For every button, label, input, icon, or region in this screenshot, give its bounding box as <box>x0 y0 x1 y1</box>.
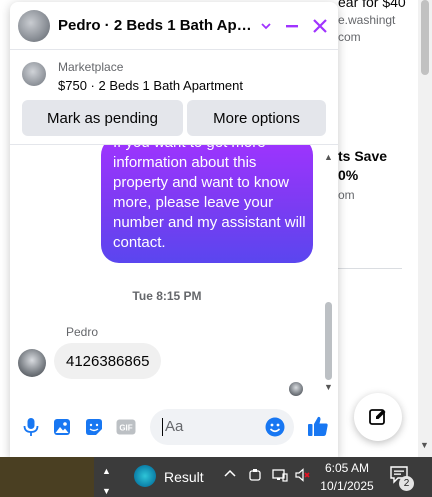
sender-name: Pedro <box>66 325 99 339</box>
bg-headline-1[interactable]: ear for $40 <box>338 0 406 10</box>
compose-icon <box>369 409 386 425</box>
avatar[interactable] <box>18 10 50 42</box>
taskbar-pinned-area[interactable] <box>0 457 94 497</box>
listing-thumbnail[interactable] <box>22 62 46 86</box>
tray-chevron-up-icon[interactable] <box>224 468 236 483</box>
volume-muted-icon[interactable] <box>295 468 311 485</box>
incoming-message[interactable]: 4126386865 <box>54 343 162 379</box>
message-scroll-down-arrow[interactable]: ▼ <box>324 382 333 392</box>
message-scroll-up-arrow[interactable]: ▲ <box>324 152 333 162</box>
tray-app-icon[interactable] <box>248 468 262 485</box>
outgoing-message[interactable]: If you want to get more information abou… <box>101 145 313 263</box>
listing-title: $750 · 2 Beds 1 Bath Apartment <box>58 78 244 93</box>
bg-headline-2b[interactable]: 0% <box>338 167 358 183</box>
emoji-icon[interactable] <box>264 416 286 438</box>
microphone-icon[interactable] <box>20 416 42 438</box>
message-timestamp: Tue 8:15 PM <box>132 289 202 303</box>
result-app-label[interactable]: Result <box>164 469 204 485</box>
sender-avatar[interactable] <box>18 349 46 377</box>
more-options-button[interactable]: More options <box>187 100 326 136</box>
bg-divider <box>338 268 402 269</box>
photo-icon[interactable] <box>51 416 73 438</box>
listing-source: Marketplace <box>58 60 124 74</box>
bg-source-1b: com <box>338 30 361 44</box>
page-scrollbar-thumb[interactable] <box>421 0 429 75</box>
bg-source-1: e.washingt <box>338 13 396 27</box>
close-icon[interactable] <box>308 14 332 38</box>
sticker-icon[interactable] <box>83 416 105 438</box>
page-scroll-down-arrow[interactable]: ▼ <box>420 440 429 450</box>
outgoing-message-text: If you want to get more information abou… <box>113 145 306 251</box>
text-caret <box>162 418 163 436</box>
bg-headline-2[interactable]: ts Save <box>338 148 387 164</box>
chevron-down-icon[interactable] <box>254 14 278 38</box>
clock-time[interactable]: 6:05 AM <box>324 461 370 475</box>
seen-indicator-avatar <box>289 382 303 396</box>
minimize-icon[interactable] <box>280 14 304 38</box>
new-message-button[interactable] <box>354 393 402 441</box>
chat-window: Pedro · 2 Beds 1 Bath Apar... Marketplac… <box>10 2 338 457</box>
message-input-placeholder: Aa <box>165 418 184 435</box>
taskbar-scroll-arrows[interactable]: ▲ ▼ <box>102 461 111 497</box>
clock-date[interactable]: 10/1/2025 <box>318 479 376 493</box>
mark-as-pending-button[interactable]: Mark as pending <box>22 100 183 136</box>
network-icon[interactable] <box>272 468 288 485</box>
gif-icon[interactable]: GIF <box>115 416 137 438</box>
message-scrollbar-thumb[interactable] <box>325 302 332 380</box>
chat-title[interactable]: Pedro · 2 Beds 1 Bath Apar... <box>58 17 254 34</box>
chat-header[interactable]: Pedro · 2 Beds 1 Bath Apar... <box>10 2 338 50</box>
thumbs-up-icon[interactable] <box>305 414 331 438</box>
gif-label: GIF <box>119 424 132 433</box>
bg-source-2: om <box>338 188 355 202</box>
message-list[interactable]: If you want to get more information abou… <box>10 144 338 396</box>
result-app-icon[interactable] <box>134 465 156 487</box>
notification-count-badge: 2 <box>399 476 414 491</box>
